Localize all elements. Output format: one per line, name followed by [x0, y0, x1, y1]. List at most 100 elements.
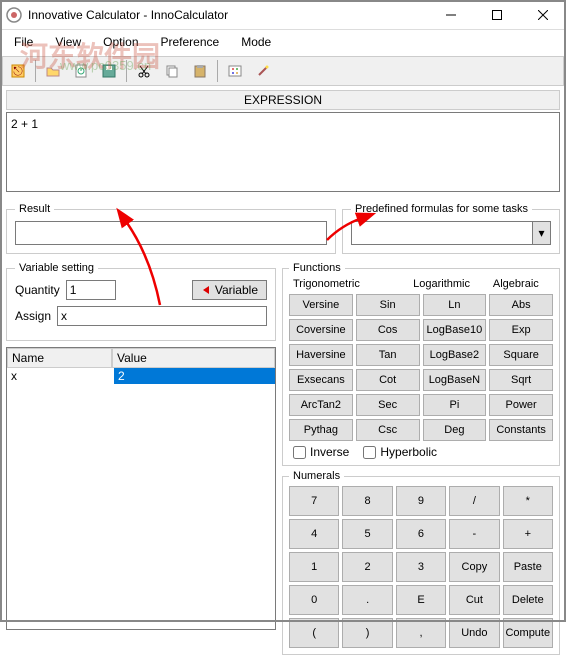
num-2[interactable]: 2 [342, 552, 392, 582]
cell-name[interactable]: x [7, 368, 114, 384]
toolbar: ⎋ [2, 56, 564, 86]
num-e[interactable]: E [396, 585, 446, 615]
tool-wand-icon[interactable] [250, 59, 276, 83]
fn-logbase2[interactable]: LogBase2 [423, 344, 487, 366]
fn-sin[interactable]: Sin [356, 294, 420, 316]
result-group: Result [6, 203, 336, 254]
col-value[interactable]: Value [112, 348, 275, 368]
menu-preference[interactable]: Preference [151, 32, 230, 52]
num-paste[interactable]: Paste [503, 552, 553, 582]
tool-exit-icon[interactable]: ⎋ [5, 59, 31, 83]
fn-csc[interactable]: Csc [356, 419, 420, 441]
num-divide[interactable]: / [449, 486, 499, 516]
tool-copy-icon[interactable] [159, 59, 185, 83]
result-label: Result [15, 203, 54, 215]
fn-versine[interactable]: Versine [289, 294, 353, 316]
num-undo[interactable]: Undo [449, 618, 499, 648]
svg-text:⎋: ⎋ [13, 64, 23, 78]
num-6[interactable]: 6 [396, 519, 446, 549]
num-copy[interactable]: Copy [449, 552, 499, 582]
functions-label: Functions [289, 262, 345, 274]
expression-input[interactable]: 2 + 1 [6, 112, 560, 192]
formulas-label: Predefined formulas for some tasks [351, 203, 532, 215]
menu-file[interactable]: File [4, 32, 43, 52]
fn-deg[interactable]: Deg [423, 419, 487, 441]
window-title: Innovative Calculator - InnoCalculator [28, 8, 428, 22]
table-row[interactable]: x 2 [7, 368, 275, 384]
variable-setting-group: Variable setting Quantity Variable Assig… [6, 262, 276, 341]
num-cut[interactable]: Cut [449, 585, 499, 615]
num-comma[interactable]: , [396, 618, 446, 648]
formulas-combo[interactable]: ▾ [351, 221, 551, 245]
col-name[interactable]: Name [7, 348, 112, 368]
fn-exp[interactable]: Exp [489, 319, 553, 341]
hyperbolic-checkbox[interactable]: Hyperbolic [363, 445, 437, 459]
fn-cot[interactable]: Cot [356, 369, 420, 391]
num-plus[interactable]: + [503, 519, 553, 549]
fn-sqrt[interactable]: Sqrt [489, 369, 553, 391]
fn-sec[interactable]: Sec [356, 394, 420, 416]
app-icon [6, 7, 22, 23]
close-button[interactable] [520, 0, 566, 30]
menubar: File View Option Preference Mode [0, 30, 566, 54]
menu-option[interactable]: Option [93, 32, 148, 52]
num-9[interactable]: 9 [396, 486, 446, 516]
variable-button[interactable]: Variable [192, 280, 267, 300]
menu-mode[interactable]: Mode [231, 32, 281, 52]
num-multiply[interactable]: * [503, 486, 553, 516]
fn-tan[interactable]: Tan [356, 344, 420, 366]
fn-pythag[interactable]: Pythag [289, 419, 353, 441]
fn-arctan2[interactable]: ArcTan2 [289, 394, 353, 416]
num-7[interactable]: 7 [289, 486, 339, 516]
num-minus[interactable]: - [449, 519, 499, 549]
cell-value[interactable]: 2 [114, 368, 275, 384]
chevron-down-icon[interactable]: ▾ [532, 222, 550, 244]
num-1[interactable]: 1 [289, 552, 339, 582]
num-5[interactable]: 5 [342, 519, 392, 549]
formulas-group: Predefined formulas for some tasks ▾ [342, 203, 560, 254]
numerals-label: Numerals [289, 470, 344, 482]
fn-logbase10[interactable]: LogBase10 [423, 319, 487, 341]
result-input[interactable] [15, 221, 327, 245]
menu-view[interactable]: View [45, 32, 91, 52]
tool-save-icon[interactable] [96, 59, 122, 83]
num-3[interactable]: 3 [396, 552, 446, 582]
num-rparen[interactable]: ) [342, 618, 392, 648]
maximize-button[interactable] [474, 0, 520, 30]
tool-history-icon[interactable] [68, 59, 94, 83]
numerals-group: Numerals 7 8 9 / * 4 5 6 - + 1 2 3 Copy … [282, 470, 560, 655]
variables-table: Name Value x 2 [6, 347, 276, 630]
fn-power[interactable]: Power [489, 394, 553, 416]
num-dot[interactable]: . [342, 585, 392, 615]
num-compute[interactable]: Compute [503, 618, 553, 648]
quantity-input[interactable] [66, 280, 116, 300]
titlebar: Innovative Calculator - InnoCalculator [0, 0, 566, 30]
tool-cut-icon[interactable] [131, 59, 157, 83]
fn-pi[interactable]: Pi [423, 394, 487, 416]
fn-square[interactable]: Square [489, 344, 553, 366]
fn-coversine[interactable]: Coversine [289, 319, 353, 341]
num-delete[interactable]: Delete [503, 585, 553, 615]
fn-cos[interactable]: Cos [356, 319, 420, 341]
inverse-checkbox[interactable]: Inverse [293, 445, 349, 459]
num-lparen[interactable]: ( [289, 618, 339, 648]
quantity-label: Quantity [15, 283, 60, 297]
minimize-button[interactable] [428, 0, 474, 30]
tool-preferences-icon[interactable] [222, 59, 248, 83]
num-4[interactable]: 4 [289, 519, 339, 549]
fn-haversine[interactable]: Haversine [289, 344, 353, 366]
tool-paste-icon[interactable] [187, 59, 213, 83]
num-0[interactable]: 0 [289, 585, 339, 615]
num-8[interactable]: 8 [342, 486, 392, 516]
header-alg: Algebraic [479, 278, 553, 290]
fn-constants[interactable]: Constants [489, 419, 553, 441]
fn-logbasen[interactable]: LogBaseN [423, 369, 487, 391]
expression-header: EXPRESSION [6, 90, 560, 110]
fn-abs[interactable]: Abs [489, 294, 553, 316]
assign-input[interactable] [57, 306, 267, 326]
fn-ln[interactable]: Ln [423, 294, 487, 316]
fn-exsecans[interactable]: Exsecans [289, 369, 353, 391]
variable-setting-label: Variable setting [15, 262, 98, 274]
functions-group: Functions Trigonometric Logarithmic Alge… [282, 262, 560, 466]
tool-open-icon[interactable] [40, 59, 66, 83]
